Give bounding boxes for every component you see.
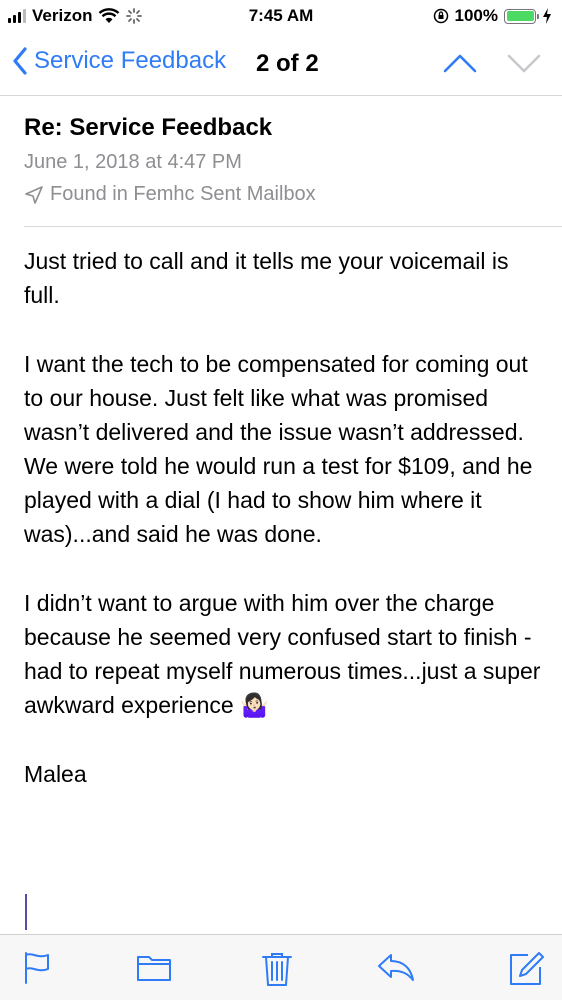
back-button[interactable]: Service Feedback [12, 47, 226, 75]
orientation-lock-icon [433, 8, 448, 24]
status-right-group: 100% [433, 6, 552, 26]
text-cursor [25, 894, 27, 930]
previous-message-up-arrow-icon[interactable] [442, 48, 478, 78]
email-header: Re: Service Feedback June 1, 2018 at 4:4… [24, 114, 542, 206]
trash-icon[interactable] [261, 951, 293, 987]
header-divider [24, 226, 562, 227]
compose-icon[interactable] [508, 951, 544, 987]
back-button-label: Service Feedback [34, 47, 227, 74]
next-message-down-arrow-icon[interactable] [506, 48, 542, 78]
location-arrow-icon [25, 185, 43, 204]
email-subject: Re: Service Feedback [24, 114, 273, 141]
bottom-toolbar [0, 934, 562, 1000]
charging-bolt-icon [543, 8, 551, 24]
message-counter: 2 of 2 [256, 50, 319, 77]
battery-percent: 100% [454, 6, 498, 25]
body-paragraph-2: I want the tech to be compensated for co… [24, 351, 533, 547]
battery-fill [506, 11, 534, 21]
flag-icon[interactable] [22, 951, 52, 985]
battery-icon [504, 8, 539, 24]
body-paragraph-3: I didn’t want to argue with him over the… [24, 590, 541, 718]
email-date: June 1, 2018 at 4:47 PM [24, 151, 242, 173]
folder-icon[interactable] [136, 951, 172, 983]
chevron-left-icon [13, 47, 27, 75]
status-bar: Verizon 7:45 AM 100% [0, 0, 562, 32]
email-body: Just tried to call and it tells me your … [24, 244, 544, 826]
reply-icon[interactable] [376, 951, 416, 983]
signature: Malea [24, 761, 87, 787]
nav-bar: Service Feedback 2 of 2 [0, 32, 562, 96]
mailbox-info[interactable]: Found in Femhc Sent Mailbox [24, 183, 542, 206]
mailbox-label: Found in Femhc Sent Mailbox [50, 183, 316, 205]
body-paragraph-1: Just tried to call and it tells me your … [24, 248, 509, 308]
